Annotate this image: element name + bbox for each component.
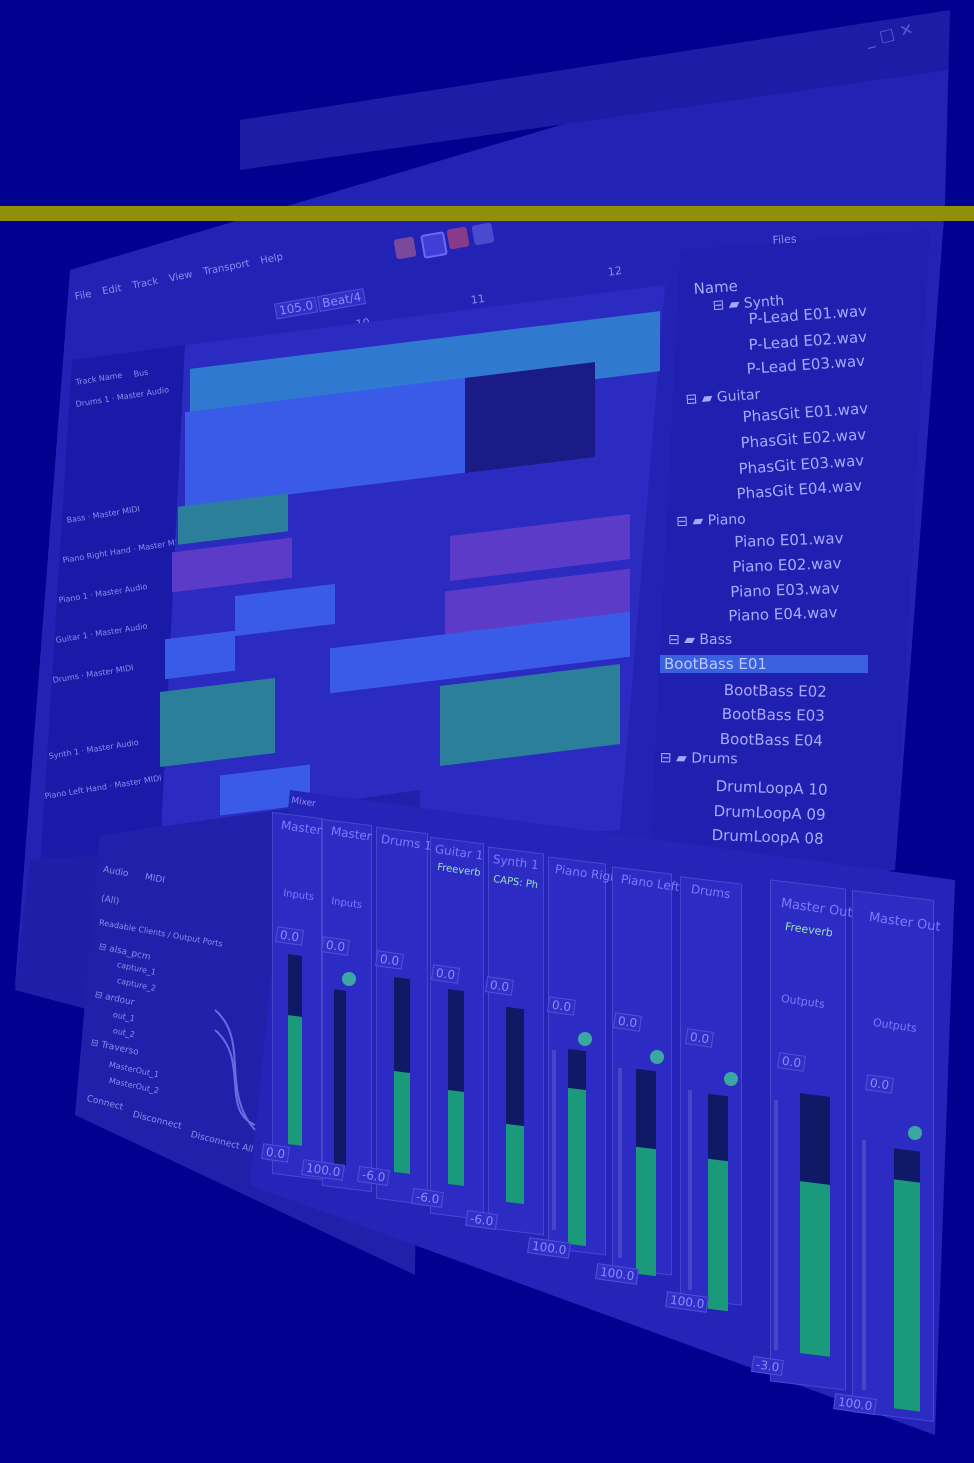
files-name-header[interactable]: Name [693, 277, 738, 298]
mixer-strip [322, 818, 372, 1193]
level-meter [394, 977, 410, 1174]
level-meter [448, 989, 464, 1186]
level-meter [894, 1148, 920, 1412]
file-item[interactable]: Piano E04.wav [728, 603, 838, 625]
file-item[interactable]: DrumLoopA 08 [711, 826, 823, 848]
level-meter [568, 1048, 586, 1247]
folder-bass[interactable]: ⊟ ▰ Bass [668, 632, 732, 648]
fader-track[interactable] [688, 1090, 692, 1290]
pan-knob[interactable] [578, 1032, 592, 1046]
fader-track[interactable] [552, 1050, 556, 1230]
file-item[interactable]: BootBass E02 [724, 681, 827, 701]
screenshot-stage: _□✕ File Edit Track View Transport Help … [0, 0, 974, 1463]
level-meter [636, 1068, 656, 1277]
fader-track[interactable] [618, 1068, 622, 1258]
pencil-tool-icon[interactable] [393, 236, 417, 260]
file-item[interactable]: DrumLoopA 09 [713, 802, 825, 824]
pan-knob[interactable] [342, 972, 356, 986]
banner-stripe [0, 206, 974, 221]
file-item[interactable]: BootBass E03 [722, 705, 825, 725]
folder-icon: ▰ [701, 390, 714, 407]
level-meter [708, 1093, 728, 1312]
ruler-bar-12[interactable]: 12 [607, 264, 623, 279]
grid-tool-icon[interactable] [471, 222, 495, 246]
folder-drums[interactable]: ⊟ ▰ Drums [660, 750, 738, 767]
level-meter [506, 1006, 524, 1205]
level-meter [288, 954, 302, 1146]
folder-icon: ▰ [692, 513, 704, 530]
folder-icon: ▰ [675, 750, 687, 767]
file-item[interactable]: BootBass E04 [720, 730, 823, 750]
audio-clip[interactable] [465, 362, 595, 473]
fader-value[interactable]: -3.0 [751, 1355, 785, 1377]
midi-clip[interactable] [160, 677, 275, 768]
fader-track[interactable] [862, 1140, 866, 1390]
level-meter [334, 989, 346, 1166]
file-item[interactable]: Piano E02.wav [732, 554, 842, 576]
scissors-tool-icon[interactable] [446, 226, 470, 250]
file-item[interactable]: Piano E03.wav [730, 579, 840, 601]
pan-knob[interactable] [650, 1050, 664, 1064]
folder-piano[interactable]: ⊟ ▰ Piano [676, 512, 746, 530]
file-item[interactable]: Piano E01.wav [734, 529, 844, 551]
level-meter [800, 1093, 830, 1357]
ruler-bar-11[interactable]: 11 [470, 292, 486, 307]
folder-icon: ▰ [684, 632, 695, 648]
file-item[interactable]: DrumLoopA 10 [715, 777, 827, 799]
fader-track[interactable] [774, 1100, 778, 1350]
file-item-selected[interactable]: BootBass E01 [660, 655, 868, 673]
pan-knob[interactable] [724, 1072, 738, 1086]
files-title: Files [772, 232, 797, 247]
connection-lines [214, 1009, 256, 1131]
pan-knob[interactable] [908, 1126, 922, 1140]
select-tool-icon[interactable] [420, 231, 448, 259]
folder-icon: ▰ [728, 296, 741, 313]
